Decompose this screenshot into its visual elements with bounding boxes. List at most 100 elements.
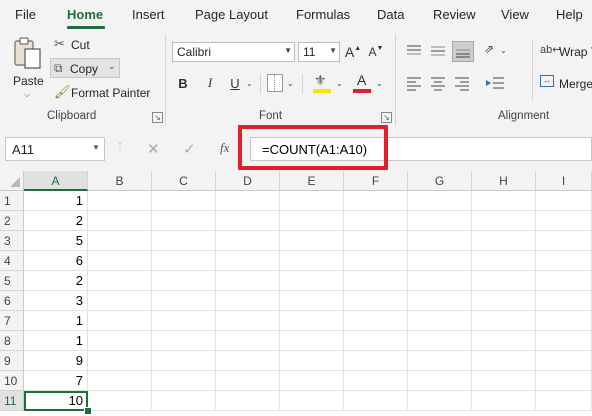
tab-file[interactable]: File: [15, 7, 36, 22]
tab-review[interactable]: Review: [433, 7, 476, 22]
column-header-g[interactable]: G: [408, 171, 472, 191]
row-header-5[interactable]: 5: [0, 271, 24, 291]
cancel-icon[interactable]: ✕: [147, 140, 160, 158]
cell-i6[interactable]: [536, 291, 592, 311]
cell-f9[interactable]: [344, 351, 408, 371]
cell-a1[interactable]: 1: [24, 191, 88, 211]
cell-f4[interactable]: [344, 251, 408, 271]
borders-dropdown-icon[interactable]: ⌄: [287, 79, 294, 88]
fill-handle[interactable]: [84, 407, 92, 415]
cell-i10[interactable]: [536, 371, 592, 391]
select-all-button[interactable]: [0, 171, 24, 191]
cell-c3[interactable]: [152, 231, 216, 251]
cell-h1[interactable]: [472, 191, 536, 211]
column-header-a[interactable]: A: [24, 171, 88, 191]
cell-h4[interactable]: [472, 251, 536, 271]
row-header-6[interactable]: 6: [0, 291, 24, 311]
cell-e1[interactable]: [280, 191, 344, 211]
cell-e2[interactable]: [280, 211, 344, 231]
column-header-c[interactable]: C: [152, 171, 216, 191]
bold-button[interactable]: B: [174, 73, 192, 93]
cell-h2[interactable]: [472, 211, 536, 231]
row-header-10[interactable]: 10: [0, 371, 24, 391]
cell-e4[interactable]: [280, 251, 344, 271]
row-header-4[interactable]: 4: [0, 251, 24, 271]
cell-d11[interactable]: [216, 391, 280, 411]
cell-i1[interactable]: [536, 191, 592, 211]
cell-a8[interactable]: 1: [24, 331, 88, 351]
cell-c9[interactable]: [152, 351, 216, 371]
cell-g7[interactable]: [408, 311, 472, 331]
align-right-button[interactable]: [453, 74, 471, 92]
cell-a4[interactable]: 6: [24, 251, 88, 271]
tab-help[interactable]: Help: [556, 7, 583, 22]
fill-color-dropdown-icon[interactable]: ⌄: [336, 79, 343, 88]
cell-d4[interactable]: [216, 251, 280, 271]
cell-h10[interactable]: [472, 371, 536, 391]
cell-b7[interactable]: [88, 311, 152, 331]
cell-e7[interactable]: [280, 311, 344, 331]
font-color-button[interactable]: A: [352, 72, 374, 96]
underline-dropdown-icon[interactable]: ⌄: [246, 79, 253, 88]
cell-c6[interactable]: [152, 291, 216, 311]
column-header-h[interactable]: H: [472, 171, 536, 191]
align-left-button[interactable]: [405, 74, 423, 92]
copy-dropdown-icon[interactable]: ⌄: [108, 61, 116, 72]
copy-button[interactable]: ⧉ Copy ⌄: [50, 58, 120, 78]
cell-g2[interactable]: [408, 211, 472, 231]
cell-h5[interactable]: [472, 271, 536, 291]
cell-h11[interactable]: [472, 391, 536, 411]
cell-g5[interactable]: [408, 271, 472, 291]
cell-g10[interactable]: [408, 371, 472, 391]
cell-b4[interactable]: [88, 251, 152, 271]
formula-bar-grip-icon[interactable]: ⋮: [115, 142, 125, 153]
cell-a3[interactable]: 5: [24, 231, 88, 251]
borders-button[interactable]: [267, 74, 283, 92]
column-header-f[interactable]: F: [344, 171, 408, 191]
cell-f10[interactable]: [344, 371, 408, 391]
cell-c4[interactable]: [152, 251, 216, 271]
chevron-down-icon[interactable]: ▼: [92, 143, 100, 152]
column-header-b[interactable]: B: [88, 171, 152, 191]
cell-f7[interactable]: [344, 311, 408, 331]
cell-i2[interactable]: [536, 211, 592, 231]
name-box[interactable]: A11 ▼: [5, 137, 105, 161]
tab-home[interactable]: Home: [67, 7, 103, 22]
cell-c1[interactable]: [152, 191, 216, 211]
tab-data[interactable]: Data: [377, 7, 404, 22]
merge-button[interactable]: ↔ Merge: [540, 75, 592, 93]
cell-d1[interactable]: [216, 191, 280, 211]
cell-b1[interactable]: [88, 191, 152, 211]
tab-insert[interactable]: Insert: [132, 7, 165, 22]
cell-e11[interactable]: [280, 391, 344, 411]
cell-d2[interactable]: [216, 211, 280, 231]
cell-d10[interactable]: [216, 371, 280, 391]
row-header-9[interactable]: 9: [0, 351, 24, 371]
font-name-select[interactable]: Calibri ▼: [172, 42, 295, 62]
cell-b10[interactable]: [88, 371, 152, 391]
cell-f6[interactable]: [344, 291, 408, 311]
font-launcher-icon[interactable]: ↘: [381, 112, 392, 123]
paste-dropdown-icon[interactable]: ⌵: [24, 90, 30, 100]
cell-b2[interactable]: [88, 211, 152, 231]
cell-e8[interactable]: [280, 331, 344, 351]
cell-g3[interactable]: [408, 231, 472, 251]
cell-b11[interactable]: [88, 391, 152, 411]
tab-formulas[interactable]: Formulas: [296, 7, 350, 22]
cell-d5[interactable]: [216, 271, 280, 291]
cell-h7[interactable]: [472, 311, 536, 331]
cell-f11[interactable]: [344, 391, 408, 411]
format-painter-button[interactable]: 🖌 Format Painter: [52, 84, 152, 102]
column-header-e[interactable]: E: [280, 171, 344, 191]
decrease-font-size-button[interactable]: A ▼: [366, 42, 386, 62]
row-header-8[interactable]: 8: [0, 331, 24, 351]
cell-d3[interactable]: [216, 231, 280, 251]
cell-g1[interactable]: [408, 191, 472, 211]
cell-i4[interactable]: [536, 251, 592, 271]
cell-b9[interactable]: [88, 351, 152, 371]
cell-h3[interactable]: [472, 231, 536, 251]
tab-page-layout[interactable]: Page Layout: [195, 7, 268, 22]
cell-d6[interactable]: [216, 291, 280, 311]
paste-button[interactable]: Paste ⌵: [8, 34, 48, 100]
cell-i3[interactable]: [536, 231, 592, 251]
